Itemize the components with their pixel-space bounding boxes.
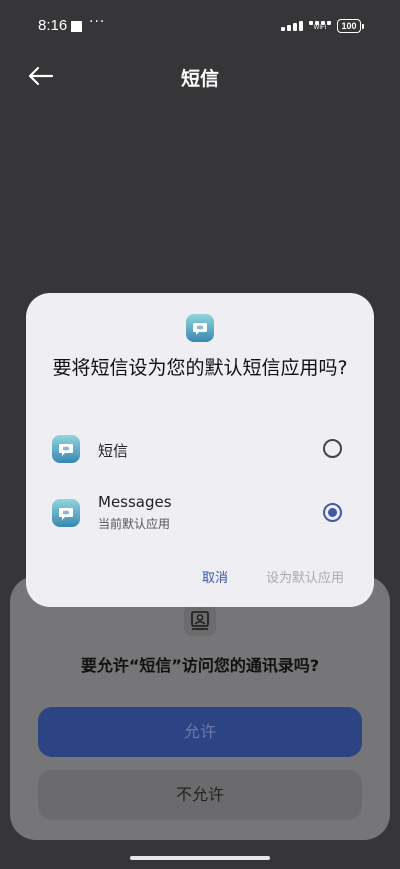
more-notifications-icon: ···	[89, 14, 106, 30]
permission-question: 要允许“短信”访问您的通讯录吗?	[80, 656, 320, 675]
contacts-permission-sheet: 要允许“短信”访问您的通讯录吗? 允许 不允许	[10, 576, 390, 840]
cancel-button[interactable]: 取消	[202, 567, 228, 586]
deny-button[interactable]: 不允许	[38, 770, 362, 820]
screen: 8:16 ··· WIFI 100 短信 要允许“短信”访问您的通讯录吗? 允许…	[0, 0, 400, 869]
set-default-button[interactable]: 设为默认应用	[266, 567, 344, 586]
cellular-signal-icon	[281, 21, 303, 31]
radio-dot	[328, 508, 337, 517]
notification-square-icon	[71, 21, 82, 32]
allow-button[interactable]: 允许	[38, 707, 362, 757]
dialog-title: 要将短信设为您的默认短信应用吗?	[52, 357, 348, 379]
option-label: 短信	[98, 442, 129, 460]
chat-bubble-icon	[186, 314, 214, 342]
option-messages[interactable]: Messages 当前默认应用	[26, 489, 374, 537]
chat-bubble-icon	[52, 499, 80, 527]
chat-bubble-icon	[52, 435, 80, 463]
home-indicator[interactable]	[130, 856, 270, 860]
app-header: 短信	[0, 56, 400, 96]
radio-selected[interactable]	[323, 503, 342, 522]
battery-icon: 100	[337, 19, 364, 33]
radio-unselected[interactable]	[323, 439, 342, 458]
option-label: Messages	[98, 493, 172, 511]
wifi-label: WIFI	[313, 24, 327, 31]
option-sublabel: 当前默认应用	[98, 517, 171, 531]
option-duanxin[interactable]: 短信	[26, 429, 374, 469]
status-bar: 8:16 ··· WIFI 100	[0, 0, 400, 56]
default-sms-dialog: 要将短信设为您的默认短信应用吗? 短信 Messages 当前默认应用 取消 设…	[26, 293, 374, 607]
status-time: 8:16	[38, 17, 68, 34]
battery-level: 100	[337, 19, 361, 33]
status-indicators: WIFI 100	[281, 19, 364, 33]
page-title: 短信	[180, 68, 219, 90]
contact-card-icon	[184, 604, 216, 636]
wifi-icon: WIFI	[309, 20, 331, 32]
